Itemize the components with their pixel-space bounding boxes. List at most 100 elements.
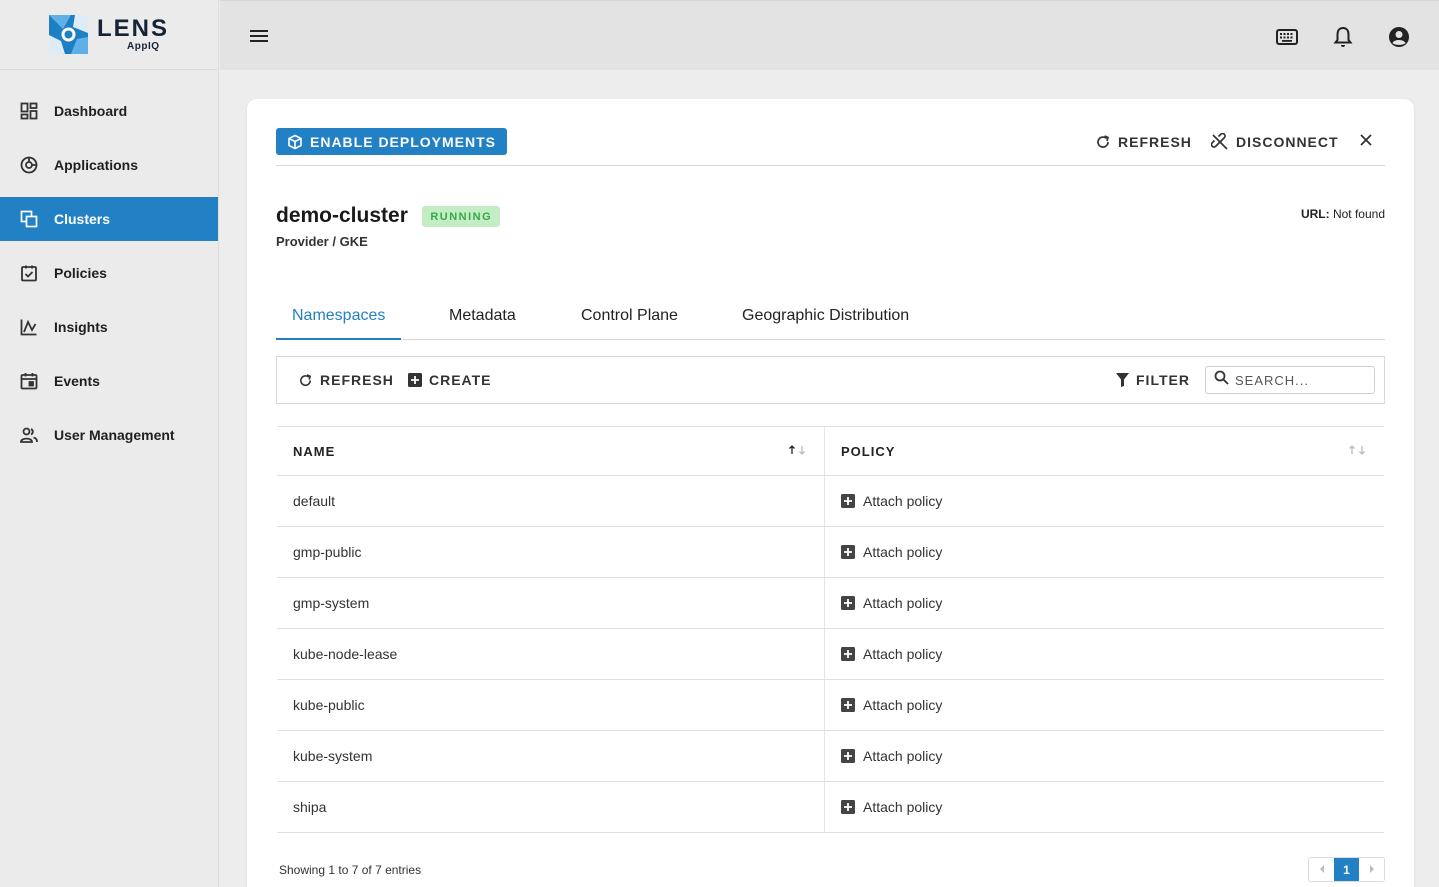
lens-logo-icon bbox=[49, 15, 88, 54]
tab-metadata[interactable]: Metadata bbox=[433, 299, 532, 340]
attach-policy-button[interactable]: Attach policy bbox=[841, 697, 942, 713]
attach-policy-label: Attach policy bbox=[863, 646, 943, 662]
url-label: URL: bbox=[1300, 207, 1330, 221]
user-management-icon bbox=[20, 426, 38, 444]
namespaces-table: NAME POLICY default Attach policy gmp-pu… bbox=[277, 426, 1384, 833]
tab-bar: Namespaces Metadata Control Plane Geogra… bbox=[276, 299, 1385, 340]
top-bar bbox=[220, 0, 1439, 70]
card-header: ENABLE DEPLOYMENTS REFRESH DISCONNECT bbox=[276, 128, 1385, 166]
bell-icon[interactable] bbox=[1331, 25, 1355, 49]
close-button[interactable] bbox=[1359, 128, 1373, 155]
dashboard-icon bbox=[20, 102, 38, 120]
sidebar-item-events[interactable]: Events bbox=[0, 359, 218, 403]
filter-icon bbox=[1116, 373, 1129, 387]
add-box-icon bbox=[841, 494, 855, 508]
page-button[interactable]: 1 bbox=[1334, 858, 1359, 881]
tab-control-plane[interactable]: Control Plane bbox=[565, 299, 694, 340]
column-header-name[interactable]: NAME bbox=[277, 427, 825, 475]
sidebar-item-label: Applications bbox=[54, 157, 139, 173]
refresh-icon bbox=[298, 373, 313, 388]
sidebar-item-dashboard[interactable]: Dashboard bbox=[0, 89, 218, 133]
attach-policy-button[interactable]: Attach policy bbox=[841, 544, 942, 560]
pagination: 1 bbox=[1308, 857, 1385, 882]
sidebar: LENS AppIQ Dashboard Applications Cluste… bbox=[0, 0, 219, 887]
url-value: Not found bbox=[1332, 207, 1385, 221]
filter-button[interactable]: FILTER bbox=[1116, 357, 1190, 403]
search-box bbox=[1205, 366, 1375, 394]
attach-policy-label: Attach policy bbox=[863, 544, 943, 560]
table-row: gmp-public Attach policy bbox=[277, 527, 1384, 578]
status-badge: RUNNING bbox=[422, 205, 501, 227]
attach-policy-button[interactable]: Attach policy bbox=[841, 748, 942, 764]
sort-icon bbox=[1348, 445, 1368, 455]
cube-icon bbox=[287, 134, 303, 150]
add-box-icon bbox=[841, 596, 855, 610]
prev-page-button[interactable] bbox=[1309, 858, 1334, 881]
cluster-title-block: demo-cluster RUNNING Provider / GKE bbox=[276, 204, 501, 249]
add-box-icon bbox=[408, 373, 422, 387]
insights-icon bbox=[20, 318, 38, 336]
namespace-name: kube-node-lease bbox=[277, 629, 825, 679]
keyboard-icon[interactable] bbox=[1275, 25, 1299, 49]
cluster-name: demo-cluster bbox=[276, 204, 408, 227]
namespaces-toolbar: REFRESH CREATE FILTER bbox=[276, 356, 1385, 404]
namespace-name: gmp-system bbox=[277, 578, 825, 628]
sidebar-nav: Dashboard Applications Clusters Policies… bbox=[0, 89, 218, 457]
refresh-icon bbox=[1095, 134, 1111, 150]
add-box-icon bbox=[841, 545, 855, 559]
policies-icon bbox=[20, 264, 38, 282]
sidebar-item-label: User Management bbox=[54, 427, 175, 443]
refresh-label: REFRESH bbox=[320, 372, 394, 388]
add-box-icon bbox=[841, 698, 855, 712]
table-header: NAME POLICY bbox=[277, 426, 1384, 476]
search-icon bbox=[1214, 370, 1229, 390]
sort-asc-icon bbox=[788, 445, 808, 455]
sidebar-item-insights[interactable]: Insights bbox=[0, 305, 218, 349]
table-row: shipa Attach policy bbox=[277, 782, 1384, 833]
logo[interactable]: LENS AppIQ bbox=[0, 0, 218, 70]
attach-policy-label: Attach policy bbox=[863, 595, 943, 611]
attach-policy-button[interactable]: Attach policy bbox=[841, 799, 942, 815]
refresh-cluster-button[interactable]: REFRESH bbox=[1095, 128, 1192, 155]
table-row: kube-public Attach policy bbox=[277, 680, 1384, 731]
attach-policy-label: Attach policy bbox=[863, 748, 943, 764]
sidebar-item-label: Insights bbox=[54, 319, 108, 335]
next-page-button[interactable] bbox=[1359, 858, 1384, 881]
add-box-icon bbox=[841, 749, 855, 763]
create-namespace-button[interactable]: CREATE bbox=[408, 357, 492, 403]
chevron-left-icon bbox=[1318, 863, 1326, 877]
applications-icon bbox=[20, 156, 38, 174]
close-icon bbox=[1359, 133, 1373, 150]
chevron-right-icon bbox=[1368, 863, 1376, 877]
attach-policy-button[interactable]: Attach policy bbox=[841, 595, 942, 611]
sidebar-item-user-management[interactable]: User Management bbox=[0, 413, 218, 457]
add-box-icon bbox=[841, 647, 855, 661]
sidebar-item-label: Dashboard bbox=[54, 103, 128, 119]
tab-geographic-distribution[interactable]: Geographic Distribution bbox=[726, 299, 925, 340]
attach-policy-label: Attach policy bbox=[863, 697, 943, 713]
tab-namespaces[interactable]: Namespaces bbox=[276, 299, 402, 340]
events-icon bbox=[20, 372, 38, 390]
sidebar-item-label: Clusters bbox=[54, 211, 111, 227]
search-input[interactable] bbox=[1235, 372, 1365, 388]
sidebar-item-applications[interactable]: Applications bbox=[0, 143, 218, 187]
column-header-label: POLICY bbox=[841, 443, 896, 459]
attach-policy-button[interactable]: Attach policy bbox=[841, 646, 942, 662]
sidebar-item-policies[interactable]: Policies bbox=[0, 251, 218, 295]
namespace-name: shipa bbox=[277, 782, 825, 832]
column-header-policy[interactable]: POLICY bbox=[825, 427, 1384, 475]
disconnect-button[interactable]: DISCONNECT bbox=[1211, 128, 1339, 155]
namespace-name: gmp-public bbox=[277, 527, 825, 577]
clusters-icon bbox=[20, 210, 38, 228]
menu-icon[interactable] bbox=[248, 25, 270, 47]
cluster-detail-card: ENABLE DEPLOYMENTS REFRESH DISCONNECT de… bbox=[247, 99, 1414, 887]
attach-policy-label: Attach policy bbox=[863, 493, 943, 509]
refresh-namespaces-button[interactable]: REFRESH bbox=[298, 357, 394, 403]
sidebar-item-clusters[interactable]: Clusters bbox=[0, 197, 218, 241]
add-box-icon bbox=[841, 800, 855, 814]
entries-info: Showing 1 to 7 of 7 entries bbox=[279, 863, 422, 877]
account-icon[interactable] bbox=[1387, 25, 1411, 49]
enable-deployments-button[interactable]: ENABLE DEPLOYMENTS bbox=[276, 128, 508, 155]
attach-policy-button[interactable]: Attach policy bbox=[841, 493, 942, 509]
brand-title: LENS bbox=[97, 15, 170, 42]
